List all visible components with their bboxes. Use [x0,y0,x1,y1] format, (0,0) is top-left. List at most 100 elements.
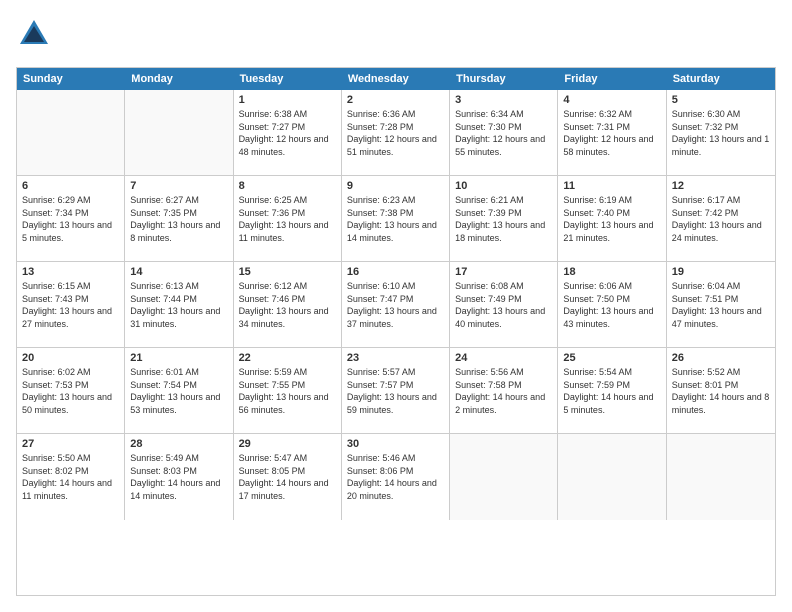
page: SundayMondayTuesdayWednesdayThursdayFrid… [0,0,792,612]
calendar-header: SundayMondayTuesdayWednesdayThursdayFrid… [17,68,775,90]
calendar-header-cell: Sunday [17,68,125,90]
day-number: 11 [563,180,660,192]
calendar-header-cell: Wednesday [342,68,450,90]
cell-text: Sunrise: 6:21 AM Sunset: 7:39 PM Dayligh… [455,194,552,244]
cell-text: Sunrise: 6:13 AM Sunset: 7:44 PM Dayligh… [130,280,227,330]
cell-text: Sunrise: 5:47 AM Sunset: 8:05 PM Dayligh… [239,452,336,502]
cell-text: Sunrise: 5:54 AM Sunset: 7:59 PM Dayligh… [563,366,660,416]
calendar-cell: 18 Sunrise: 6:06 AM Sunset: 7:50 PM Dayli… [558,262,666,347]
calendar-cell: 7 Sunrise: 6:27 AM Sunset: 7:35 PM Daylig… [125,176,233,261]
day-number: 30 [347,438,444,450]
cell-text: Sunrise: 6:01 AM Sunset: 7:54 PM Dayligh… [130,366,227,416]
calendar-cell: 9 Sunrise: 6:23 AM Sunset: 7:38 PM Daylig… [342,176,450,261]
day-number: 9 [347,180,444,192]
day-number: 4 [563,94,660,106]
day-number: 15 [239,266,336,278]
calendar-cell [17,90,125,175]
calendar-cell: 16 Sunrise: 6:10 AM Sunset: 7:47 PM Dayli… [342,262,450,347]
calendar-cell: 13 Sunrise: 6:15 AM Sunset: 7:43 PM Dayli… [17,262,125,347]
calendar-cell: 15Sunrise: 6:12 AM Sunset: 7:46 PM Dayli… [234,262,342,347]
cell-text: Sunrise: 6:10 AM Sunset: 7:47 PM Dayligh… [347,280,444,330]
day-number: 3 [455,94,552,106]
cell-text: Sunrise: 6:04 AM Sunset: 7:51 PM Dayligh… [672,280,770,330]
calendar-cell: 20 Sunrise: 6:02 AM Sunset: 7:53 PM Dayli… [17,348,125,433]
day-number: 29 [239,438,336,450]
calendar-cell [558,434,666,520]
day-number: 27 [22,438,119,450]
cell-text: Sunrise: 6:36 AM Sunset: 7:28 PM Dayligh… [347,108,444,158]
calendar-cell [667,434,775,520]
header [16,16,776,57]
logo [16,16,52,57]
calendar-cell: 14 Sunrise: 6:13 AM Sunset: 7:44 PM Dayli… [125,262,233,347]
logo-icon [16,16,52,57]
cell-text: Sunrise: 5:52 AM Sunset: 8:01 PM Dayligh… [672,366,770,416]
day-number: 18 [563,266,660,278]
calendar-cell: 21 Sunrise: 6:01 AM Sunset: 7:54 PM Dayli… [125,348,233,433]
day-number: 24 [455,352,552,364]
cell-text: Sunrise: 5:59 AM Sunset: 7:55 PM Dayligh… [239,366,336,416]
calendar-row: 6 Sunrise: 6:29 AM Sunset: 7:34 PM Daylig… [17,176,775,262]
cell-text: Sunrise: 6:19 AM Sunset: 7:40 PM Dayligh… [563,194,660,244]
calendar-cell [450,434,558,520]
cell-text: Sunrise: 6:06 AM Sunset: 7:50 PM Dayligh… [563,280,660,330]
calendar-cell: 30 Sunrise: 5:46 AM Sunset: 8:06 PM Dayli… [342,434,450,520]
calendar-header-cell: Thursday [450,68,558,90]
calendar-cell: 1Sunrise: 6:38 AM Sunset: 7:27 PM Daylig… [234,90,342,175]
day-number: 21 [130,352,227,364]
calendar-cell: 25 Sunrise: 5:54 AM Sunset: 7:59 PM Dayli… [558,348,666,433]
cell-text: Sunrise: 6:17 AM Sunset: 7:42 PM Dayligh… [672,194,770,244]
cell-text: Sunrise: 6:15 AM Sunset: 7:43 PM Dayligh… [22,280,119,330]
day-number: 5 [672,94,770,106]
calendar-cell: 17Sunrise: 6:08 AM Sunset: 7:49 PM Dayli… [450,262,558,347]
cell-text: Sunrise: 6:27 AM Sunset: 7:35 PM Dayligh… [130,194,227,244]
day-number: 6 [22,180,119,192]
cell-text: Sunrise: 5:49 AM Sunset: 8:03 PM Dayligh… [130,452,227,502]
cell-text: Sunrise: 6:23 AM Sunset: 7:38 PM Dayligh… [347,194,444,244]
day-number: 25 [563,352,660,364]
calendar-cell: 22 Sunrise: 5:59 AM Sunset: 7:55 PM Dayli… [234,348,342,433]
day-number: 19 [672,266,770,278]
day-number: 8 [239,180,336,192]
cell-text: Sunrise: 6:25 AM Sunset: 7:36 PM Dayligh… [239,194,336,244]
cell-text: Sunrise: 5:46 AM Sunset: 8:06 PM Dayligh… [347,452,444,502]
day-number: 10 [455,180,552,192]
day-number: 17 [455,266,552,278]
cell-text: Sunrise: 5:57 AM Sunset: 7:57 PM Dayligh… [347,366,444,416]
day-number: 1 [239,94,336,106]
calendar-cell: 6 Sunrise: 6:29 AM Sunset: 7:34 PM Daylig… [17,176,125,261]
calendar: SundayMondayTuesdayWednesdayThursdayFrid… [16,67,776,596]
cell-text: Sunrise: 6:32 AM Sunset: 7:31 PM Dayligh… [563,108,660,158]
calendar-cell: 26 Sunrise: 5:52 AM Sunset: 8:01 PM Dayli… [667,348,775,433]
day-number: 28 [130,438,227,450]
day-number: 22 [239,352,336,364]
cell-text: Sunrise: 6:29 AM Sunset: 7:34 PM Dayligh… [22,194,119,244]
calendar-cell: 27Sunrise: 5:50 AM Sunset: 8:02 PM Dayli… [17,434,125,520]
calendar-header-cell: Monday [125,68,233,90]
day-number: 26 [672,352,770,364]
calendar-row: 27Sunrise: 5:50 AM Sunset: 8:02 PM Dayli… [17,434,775,520]
day-number: 16 [347,266,444,278]
cell-text: Sunrise: 5:56 AM Sunset: 7:58 PM Dayligh… [455,366,552,416]
calendar-cell: 23 Sunrise: 5:57 AM Sunset: 7:57 PM Dayli… [342,348,450,433]
calendar-header-cell: Saturday [667,68,775,90]
cell-text: Sunrise: 6:02 AM Sunset: 7:53 PM Dayligh… [22,366,119,416]
cell-text: Sunrise: 6:34 AM Sunset: 7:30 PM Dayligh… [455,108,552,158]
calendar-cell: 28 Sunrise: 5:49 AM Sunset: 8:03 PM Dayli… [125,434,233,520]
day-number: 23 [347,352,444,364]
calendar-cell: 19 Sunrise: 6:04 AM Sunset: 7:51 PM Dayli… [667,262,775,347]
calendar-header-cell: Friday [558,68,666,90]
calendar-cell: 3 Sunrise: 6:34 AM Sunset: 7:30 PM Daylig… [450,90,558,175]
calendar-cell: 8 Sunrise: 6:25 AM Sunset: 7:36 PM Daylig… [234,176,342,261]
day-number: 7 [130,180,227,192]
calendar-cell: 5Sunrise: 6:30 AM Sunset: 7:32 PM Daylig… [667,90,775,175]
day-number: 13 [22,266,119,278]
day-number: 20 [22,352,119,364]
calendar-cell: 29 Sunrise: 5:47 AM Sunset: 8:05 PM Dayli… [234,434,342,520]
calendar-cell: 10 Sunrise: 6:21 AM Sunset: 7:39 PM Dayli… [450,176,558,261]
day-number: 2 [347,94,444,106]
calendar-header-cell: Tuesday [234,68,342,90]
calendar-row: 1Sunrise: 6:38 AM Sunset: 7:27 PM Daylig… [17,90,775,176]
day-number: 14 [130,266,227,278]
calendar-cell: 12Sunrise: 6:17 AM Sunset: 7:42 PM Dayli… [667,176,775,261]
